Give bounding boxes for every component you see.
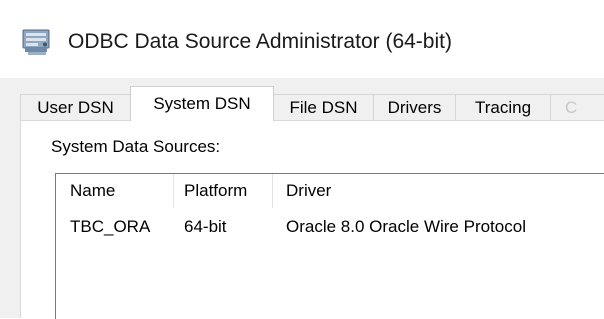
system-data-sources-label: System Data Sources: xyxy=(51,137,221,156)
system-data-sources-list[interactable]: Name Platform Driver TBC_ORA 64-bit Orac… xyxy=(55,173,604,319)
client-area: User DSN System DSN File DSN Drivers Tra… xyxy=(0,78,604,319)
dsn-name: TBC_ORA xyxy=(70,217,151,236)
tab-strip: User DSN System DSN File DSN Drivers Tra… xyxy=(20,86,604,121)
dsn-driver: Oracle 8.0 Oracle Wire Protocol xyxy=(286,217,526,236)
tab-system-dsn[interactable]: System DSN xyxy=(130,86,274,121)
window-title: ODBC Data Source Administrator (64-bit) xyxy=(68,30,452,53)
odbc-admin-icon xyxy=(22,29,50,55)
system-dsn-page: System Data Sources: Name Platform Drive… xyxy=(20,120,604,319)
dsn-platform: 64-bit xyxy=(184,217,227,236)
title-bar[interactable]: ODBC Data Source Administrator (64-bit) xyxy=(0,0,604,78)
list-header: Name Platform Driver xyxy=(56,174,604,208)
tab-file-dsn[interactable]: File DSN xyxy=(273,94,374,120)
tab-user-dsn[interactable]: User DSN xyxy=(20,94,131,120)
odbc-admin-window: ODBC Data Source Administrator (64-bit) … xyxy=(0,0,604,319)
tab-drivers[interactable]: Drivers xyxy=(373,94,456,120)
column-header-name[interactable]: Name xyxy=(70,174,115,208)
column-divider[interactable] xyxy=(173,174,174,208)
column-divider[interactable] xyxy=(272,174,273,208)
list-item[interactable]: TBC_ORA 64-bit Oracle 8.0 Oracle Wire Pr… xyxy=(56,210,604,244)
column-header-platform[interactable]: Platform xyxy=(184,174,247,208)
tab-tracing[interactable]: Tracing xyxy=(455,94,551,120)
tab-connection-pooling[interactable]: C xyxy=(550,94,604,120)
column-header-driver[interactable]: Driver xyxy=(286,174,331,208)
